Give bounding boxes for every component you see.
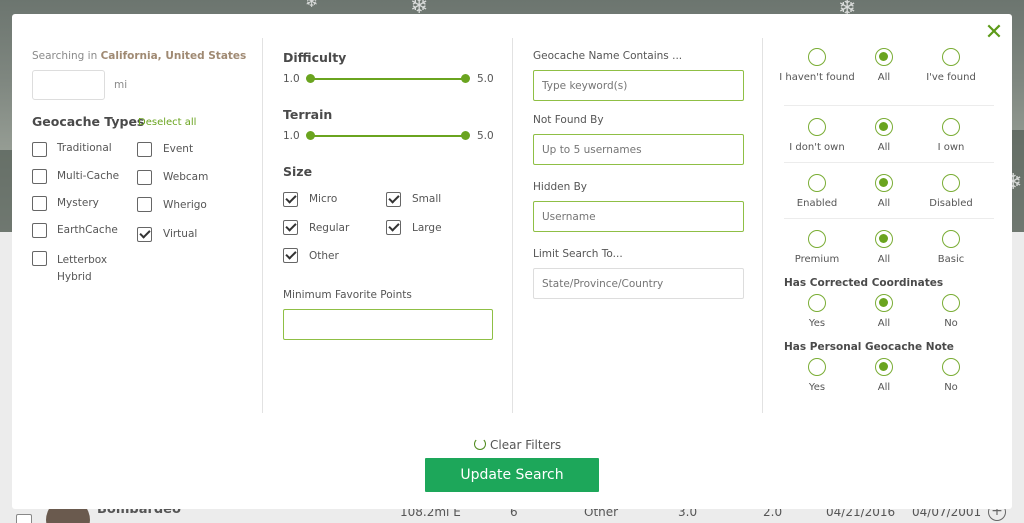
size-checkbox[interactable]	[283, 220, 298, 235]
filter-radio[interactable]	[808, 230, 826, 248]
terrain-min-handle[interactable]	[306, 131, 315, 140]
size-checkbox[interactable]	[386, 220, 401, 235]
radio-label[interactable]: I own	[911, 141, 991, 154]
type-label[interactable]: EarthCache	[57, 224, 118, 236]
radio-label[interactable]: No	[911, 317, 991, 330]
type-checkbox[interactable]	[32, 223, 47, 238]
favorites-label: Minimum Favorite Points	[283, 289, 412, 301]
filter-radio[interactable]	[875, 294, 893, 312]
type-checkbox[interactable]	[32, 251, 47, 266]
type-label[interactable]: Letterbox Hybrid	[57, 252, 127, 286]
radio-group-heading: Has Personal Geocache Note	[784, 341, 954, 353]
limit-search-label: Limit Search To...	[533, 248, 623, 260]
size-checkbox[interactable]	[283, 192, 298, 207]
filter-radio[interactable]	[942, 174, 960, 192]
type-label[interactable]: Mystery	[57, 197, 99, 209]
terrain-label: Terrain	[283, 107, 333, 122]
size-heading: Size	[283, 164, 313, 179]
filter-radio[interactable]	[808, 118, 826, 136]
filter-radio[interactable]	[875, 358, 893, 376]
filter-radio[interactable]	[808, 294, 826, 312]
size-checkbox[interactable]	[283, 248, 298, 263]
size-label[interactable]: Regular	[309, 222, 349, 234]
filter-radio[interactable]	[875, 230, 893, 248]
clear-filters-button[interactable]: Clear Filters	[474, 438, 561, 452]
radio-group-heading: Has Corrected Coordinates	[784, 277, 944, 289]
name-filter-input[interactable]	[533, 70, 744, 101]
filter-radio[interactable]	[875, 118, 893, 136]
filter-radio[interactable]	[875, 174, 893, 192]
difficulty-max-handle[interactable]	[461, 74, 470, 83]
clear-filters-label: Clear Filters	[490, 438, 562, 452]
terrain-slider[interactable]	[310, 135, 465, 137]
terrain-max: 5.0	[477, 130, 494, 142]
radius-input[interactable]	[32, 70, 105, 100]
size-label[interactable]: Small	[412, 193, 441, 205]
row-divider	[784, 105, 994, 106]
row-divider	[784, 162, 994, 163]
type-label[interactable]: Event	[163, 143, 193, 155]
difficulty-min-handle[interactable]	[306, 74, 315, 83]
location-place[interactable]: California, United States	[101, 50, 247, 62]
close-icon[interactable]: ✕	[983, 22, 1005, 44]
types-heading: Geocache Types	[32, 114, 145, 129]
type-checkbox[interactable]	[32, 142, 47, 157]
terrain-min: 1.0	[283, 130, 300, 142]
type-checkbox[interactable]	[137, 170, 152, 185]
filter-radio[interactable]	[942, 118, 960, 136]
row-divider	[784, 218, 994, 219]
type-label[interactable]: Multi-Cache	[57, 170, 119, 182]
size-checkbox[interactable]	[386, 192, 401, 207]
type-checkbox[interactable]	[32, 169, 47, 184]
difficulty-max: 5.0	[477, 73, 494, 85]
filter-radio[interactable]	[808, 358, 826, 376]
type-checkbox[interactable]	[137, 227, 152, 242]
hidden-by-label: Hidden By	[533, 181, 588, 193]
filter-radio[interactable]	[942, 294, 960, 312]
snowflake-icon: ❄	[305, 0, 319, 11]
type-checkbox[interactable]	[137, 142, 152, 157]
filter-radio[interactable]	[808, 174, 826, 192]
difficulty-slider[interactable]	[310, 78, 465, 80]
location-prefix: Searching in	[32, 50, 98, 62]
type-label[interactable]: Wherigo	[163, 199, 207, 211]
favorites-input[interactable]	[283, 309, 493, 340]
radio-label[interactable]: Basic	[911, 253, 991, 266]
filter-radio[interactable]	[875, 48, 893, 66]
difficulty-min: 1.0	[283, 73, 300, 85]
radius-unit: mi	[114, 79, 128, 91]
radio-label[interactable]: I've found	[911, 71, 991, 84]
update-search-button[interactable]: Update Search	[425, 458, 599, 492]
radio-label[interactable]: No	[911, 381, 991, 394]
column-divider	[512, 38, 513, 413]
not-found-by-label: Not Found By	[533, 114, 604, 126]
type-label[interactable]: Traditional	[57, 142, 112, 154]
filter-radio[interactable]	[942, 358, 960, 376]
hidden-by-input[interactable]	[533, 201, 744, 232]
radio-label[interactable]: Disabled	[911, 197, 991, 210]
type-label[interactable]: Webcam	[163, 171, 208, 183]
location-text: Searching in California, United States	[32, 50, 246, 62]
not-found-by-input[interactable]	[533, 134, 744, 165]
refresh-icon	[474, 438, 486, 450]
filter-radio[interactable]	[808, 48, 826, 66]
difficulty-label: Difficulty	[283, 50, 347, 65]
filter-radio[interactable]	[942, 48, 960, 66]
filter-radio[interactable]	[942, 230, 960, 248]
terrain-max-handle[interactable]	[461, 131, 470, 140]
type-checkbox[interactable]	[32, 196, 47, 211]
type-label[interactable]: Virtual	[163, 228, 197, 240]
size-label[interactable]: Large	[412, 222, 442, 234]
size-label[interactable]: Micro	[309, 193, 337, 205]
size-label[interactable]: Other	[309, 250, 339, 262]
column-divider	[262, 38, 263, 413]
column-divider	[762, 38, 763, 413]
type-checkbox[interactable]	[137, 197, 152, 212]
limit-search-input[interactable]	[533, 268, 744, 299]
name-filter-label: Geocache Name Contains ...	[533, 50, 683, 62]
deselect-all-link[interactable]: Deselect all	[138, 117, 196, 128]
